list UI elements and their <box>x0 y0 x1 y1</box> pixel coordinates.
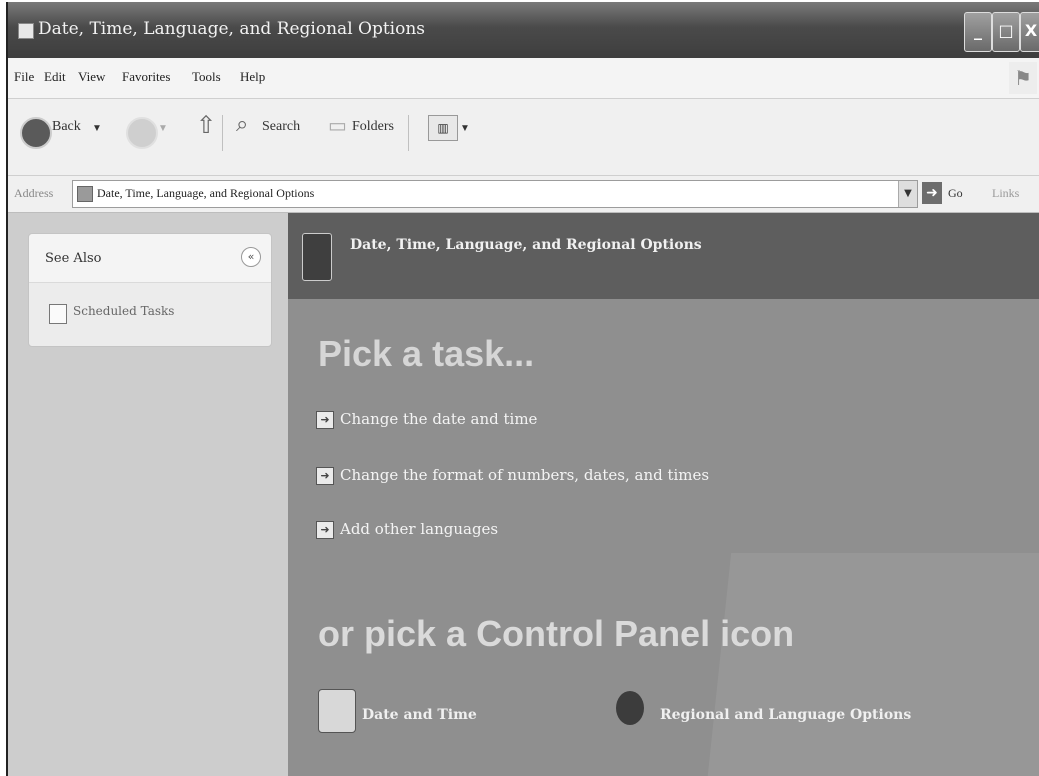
views-icon[interactable]: ▥ <box>428 115 458 141</box>
explorer-window: Date, Time, Language, and Regional Optio… <box>6 2 1039 776</box>
task-arrow-icon: ➜ <box>316 467 334 485</box>
main-content: Date, Time, Language, and Regional Optio… <box>288 213 1039 776</box>
collapse-chevron-icon[interactable]: « <box>241 247 261 267</box>
control-panel-item-regional-language[interactable]: Regional and Language Options <box>616 683 996 743</box>
category-icon <box>302 233 332 281</box>
menu-favorites[interactable]: Favorites <box>122 69 170 85</box>
date-time-icon <box>318 689 356 733</box>
pick-task-heading: Pick a task... <box>318 333 535 374</box>
scheduled-tasks-icon[interactable] <box>49 304 67 324</box>
go-button-label[interactable]: Go <box>948 186 963 201</box>
task-link[interactable]: ➜ Change the date and time <box>316 409 916 433</box>
go-arrow-icon[interactable]: ➜ <box>922 182 942 204</box>
address-dropdown-icon[interactable]: ▼ <box>898 181 917 207</box>
back-dropdown-icon[interactable]: ▼ <box>92 123 102 134</box>
address-label: Address <box>14 186 54 200</box>
task-link[interactable]: ➜ Change the format of numbers, dates, a… <box>316 465 916 489</box>
globe-icon <box>616 691 644 725</box>
forward-dropdown-icon[interactable]: ▼ <box>158 123 168 134</box>
menu-view[interactable]: View <box>78 69 105 85</box>
task-arrow-icon: ➜ <box>316 411 334 429</box>
menu-tools[interactable]: Tools <box>192 69 221 85</box>
title-bar[interactable]: Date, Time, Language, and Regional Optio… <box>8 2 1039 58</box>
links-label[interactable]: Links <box>992 186 1019 201</box>
minimize-button[interactable]: _ <box>964 12 992 52</box>
sidebar-item-scheduled-tasks[interactable]: Scheduled Tasks <box>73 304 174 318</box>
task-arrow-icon: ➜ <box>316 521 334 539</box>
folders-icon[interactable]: ▭ <box>328 113 347 138</box>
back-arrow-icon[interactable] <box>20 117 52 149</box>
maximize-button[interactable]: □ <box>992 12 1020 52</box>
menu-file[interactable]: File <box>14 69 34 85</box>
address-value[interactable]: Date, Time, Language, and Regional Optio… <box>97 186 314 201</box>
category-title: Date, Time, Language, and Regional Optio… <box>350 237 702 253</box>
control-panel-folder-icon <box>77 186 93 202</box>
window-icon <box>18 23 34 39</box>
see-also-panel: See Also « Scheduled Tasks <box>28 233 272 347</box>
control-panel-item-label[interactable]: Date and Time <box>362 707 477 723</box>
menu-bar: File Edit View Favorites Tools Help ⚑ <box>8 58 1039 99</box>
windows-logo-icon: ⚑ <box>1009 62 1037 94</box>
see-also-header[interactable]: See Also « <box>29 234 271 283</box>
task-label[interactable]: Change the date and time <box>340 410 537 428</box>
address-bar: Address Date, Time, Language, and Region… <box>8 176 1039 213</box>
task-label[interactable]: Change the format of numbers, dates, and… <box>340 466 709 484</box>
toolbar-separator <box>408 115 409 151</box>
back-button-label[interactable]: Back <box>52 119 81 135</box>
forward-arrow-icon[interactable] <box>126 117 158 149</box>
search-icon[interactable]: ⌕ <box>236 111 248 137</box>
window-title: Date, Time, Language, and Regional Optio… <box>38 19 426 39</box>
search-button-label[interactable]: Search <box>262 119 300 135</box>
control-panel-item-label[interactable]: Regional and Language Options <box>660 707 911 723</box>
toolbar-separator <box>222 115 223 151</box>
menu-help[interactable]: Help <box>240 69 265 85</box>
task-label[interactable]: Add other languages <box>340 520 498 538</box>
folders-button-label[interactable]: Folders <box>352 119 394 135</box>
category-header: Date, Time, Language, and Regional Optio… <box>288 213 1039 299</box>
task-link[interactable]: ➜ Add other languages <box>316 519 916 543</box>
see-also-title: See Also <box>45 251 102 266</box>
menu-edit[interactable]: Edit <box>44 69 66 85</box>
up-folder-icon[interactable]: ⇧ <box>196 111 216 140</box>
left-task-pane: See Also « Scheduled Tasks <box>8 213 288 776</box>
close-button[interactable]: X <box>1020 12 1039 52</box>
control-panel-item-date-time[interactable]: Date and Time <box>318 683 558 743</box>
toolbar: Back ▼ ▼ ⇧ ⌕ Search ▭ Folders ▥ ▼ <box>8 99 1039 176</box>
views-dropdown-icon[interactable]: ▼ <box>460 123 470 134</box>
pick-icon-heading: or pick a Control Panel icon <box>318 613 795 654</box>
address-input[interactable]: Date, Time, Language, and Regional Optio… <box>72 180 918 208</box>
